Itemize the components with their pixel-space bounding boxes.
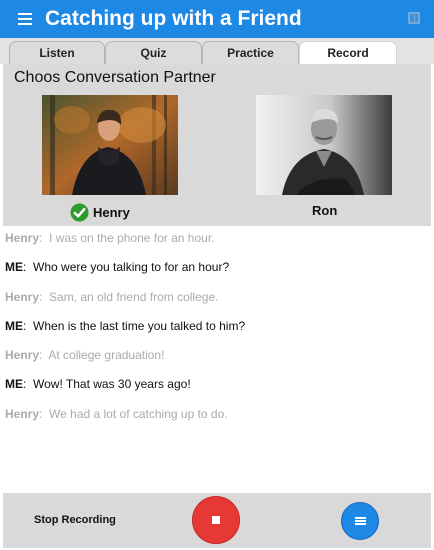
partner-photo-ron[interactable] (256, 95, 392, 195)
list-button[interactable] (341, 502, 379, 540)
tab-listen[interactable]: Listen (9, 41, 105, 64)
stop-recording-label: Stop Recording (34, 514, 116, 526)
app-title: Catching up with a Friend (45, 7, 302, 30)
tab-quiz[interactable]: Quiz (105, 41, 202, 64)
partner-name-henry[interactable]: Henry (70, 203, 130, 222)
hamburger-menu-icon[interactable] (18, 13, 32, 25)
conversation-line: Henry: Sam, an old friend from college. (5, 290, 219, 304)
conversation-line: Henry: At college graduation! (5, 348, 165, 362)
panel-title: Choos Conversation Partner (14, 69, 216, 86)
green-check-icon (70, 203, 89, 222)
tab-practice[interactable]: Practice (202, 41, 299, 64)
partner-photo-henry[interactable] (42, 95, 178, 195)
conversation-line: ME: Who were you talking to for an hour? (5, 260, 230, 274)
stop-square-icon (212, 516, 220, 524)
conversation-line: ME: Wow! That was 30 years ago! (5, 377, 191, 391)
bottom-bar: Stop Recording (3, 493, 431, 548)
conversation-line: Henry: I was on the phone for an hour. (5, 231, 215, 245)
conversation-line: ME: When is the last time you talked to … (5, 319, 246, 333)
tab-bar: Listen Quiz Practice Record (0, 38, 434, 64)
list-icon (354, 517, 366, 525)
tab-record[interactable]: Record (299, 41, 397, 64)
partner-name-ron[interactable]: Ron (312, 203, 337, 218)
partner-panel: Choos Conversation Partner Henry Ron (3, 64, 431, 226)
stop-recording-button[interactable] (192, 496, 240, 544)
book-icon[interactable] (407, 11, 421, 25)
conversation-line: Henry: We had a lot of catching up to do… (5, 407, 228, 421)
app-header: Catching up with a Friend (0, 0, 434, 38)
